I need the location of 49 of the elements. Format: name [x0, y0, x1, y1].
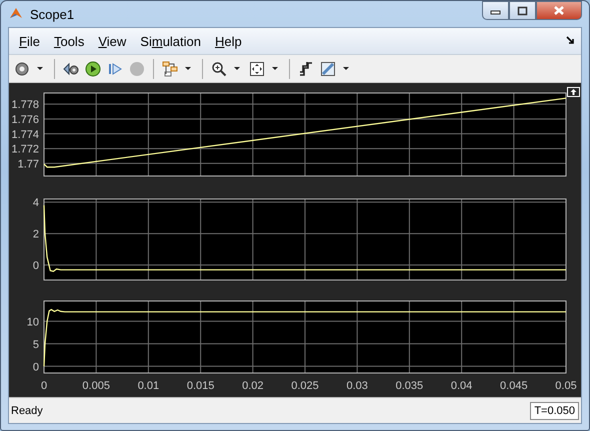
menu-item[interactable]: Tools: [50, 32, 94, 50]
close-button[interactable]: [536, 1, 582, 20]
fit-to-view-icon[interactable]: [248, 60, 266, 78]
x-tick-label: 0.015: [186, 380, 214, 392]
caret-icon[interactable]: [37, 67, 43, 70]
x-tick-label: 0.025: [291, 380, 319, 392]
x-tick-label: 0.03: [346, 380, 368, 392]
x-tick-label: 0.045: [500, 380, 528, 392]
block-diagram-icon[interactable]: [161, 60, 179, 78]
y-tick-label: 4: [32, 197, 39, 210]
run-icon[interactable]: [84, 60, 102, 78]
y-tick-label: 1.772: [11, 144, 39, 156]
x-tick-label: 0.005: [82, 380, 110, 392]
menu-item[interactable]: Help: [211, 32, 252, 50]
y-tick-label: 2: [32, 228, 39, 241]
x-tick-label: 0.035: [396, 380, 424, 392]
ruler-icon[interactable]: [319, 60, 337, 78]
x-tick-label: 0.02: [242, 380, 264, 392]
y-tick-label: 5: [32, 338, 39, 351]
x-tick-label: 0.04: [450, 380, 472, 392]
simulation-time: T=0.050: [530, 402, 579, 420]
menu-item[interactable]: Simulation: [136, 32, 211, 50]
undock-icon[interactable]: [567, 87, 580, 97]
y-tick-label: 1.77: [18, 158, 39, 170]
y-tick-label: 1.776: [11, 114, 39, 126]
status-message: Ready: [11, 404, 43, 416]
close-icon[interactable]: [553, 5, 565, 16]
y-tick-label: 0: [32, 361, 39, 374]
settings-icon[interactable]: [13, 60, 31, 78]
menu-item[interactable]: View: [94, 32, 136, 50]
y-tick-label: 1.774: [11, 128, 39, 141]
x-tick-label: 0.01: [138, 380, 160, 392]
caret-icon[interactable]: [234, 67, 240, 70]
window-title: Scope1: [30, 6, 74, 22]
zoom-icon[interactable]: [210, 60, 228, 78]
maximize-button[interactable]: [509, 1, 536, 20]
x-tick-label: 0.05: [555, 380, 577, 392]
y-tick-label: 0: [32, 260, 39, 272]
menu-item[interactable]: File: [15, 32, 50, 50]
y-tick-label: 10: [26, 316, 39, 328]
dock-icon[interactable]: [565, 35, 575, 45]
maximize-icon[interactable]: [517, 6, 528, 16]
caret-icon[interactable]: [343, 67, 349, 70]
y-tick-label: 1.778: [11, 99, 39, 112]
caret-icon[interactable]: [185, 67, 191, 70]
step-signal-icon[interactable]: [297, 60, 315, 78]
minimize-button[interactable]: [482, 1, 509, 20]
x-tick-label: 0: [40, 380, 48, 392]
caret-icon[interactable]: [272, 67, 278, 70]
